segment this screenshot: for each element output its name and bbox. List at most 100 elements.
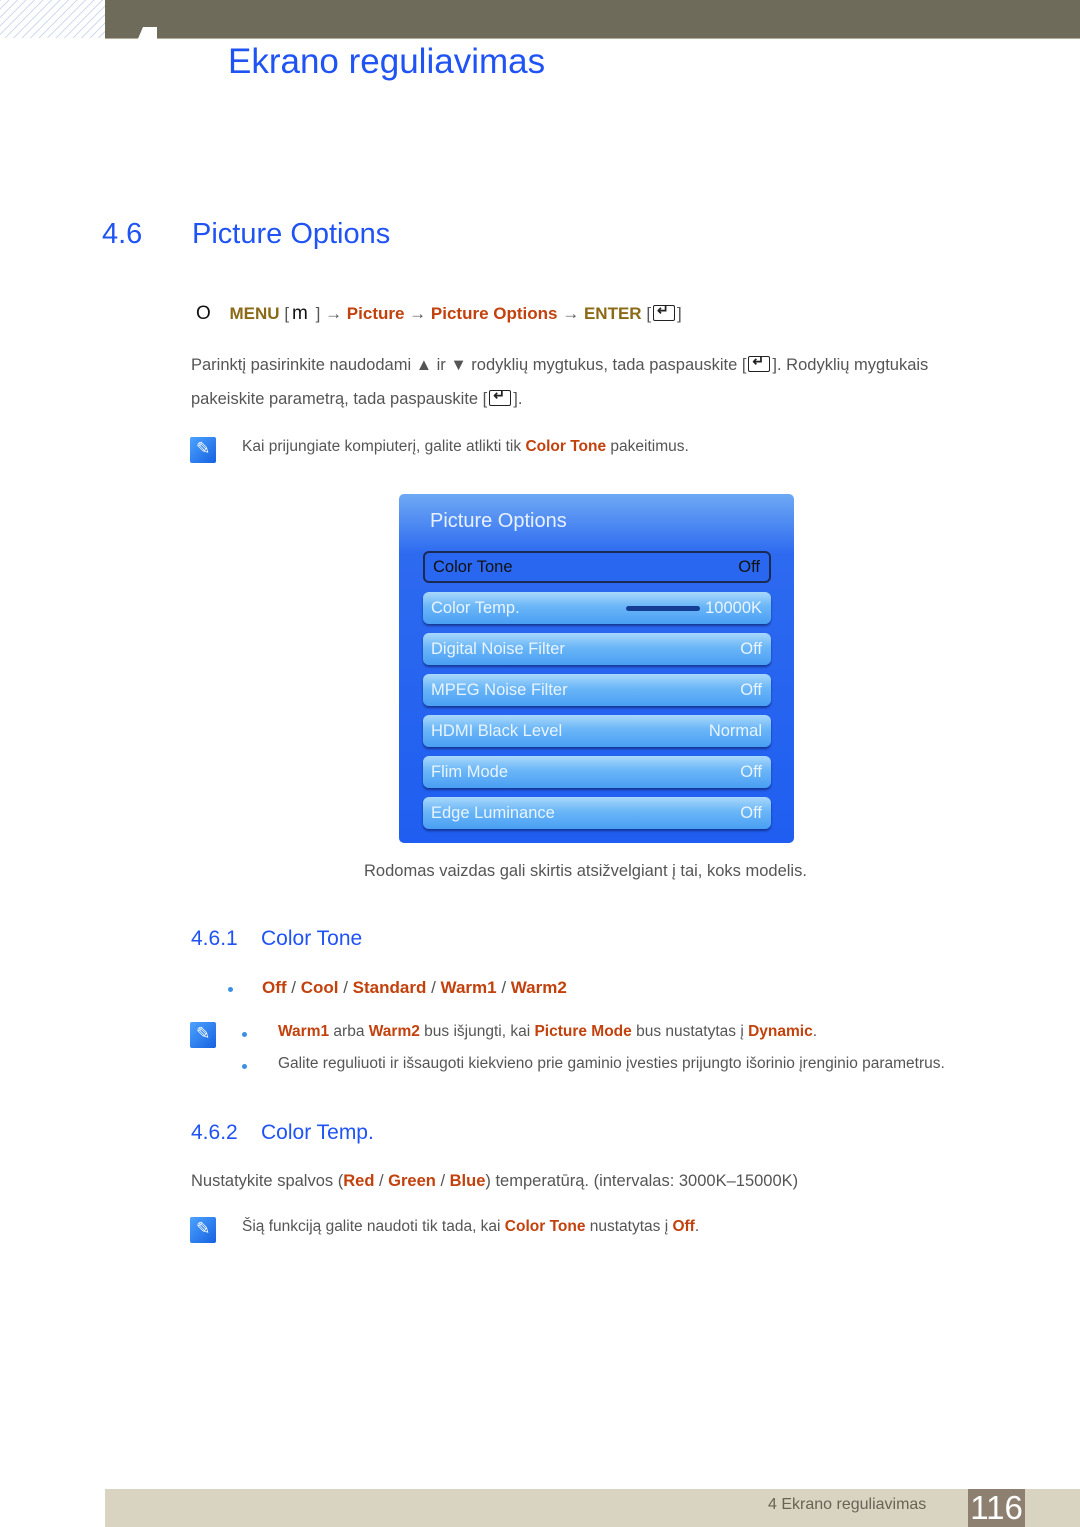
osd-row-label: Edge Luminance [431, 803, 555, 822]
subsection-title: Color Tone [261, 927, 363, 950]
note-highlight: Color Tone [525, 438, 607, 455]
osd-row-label: HDMI Black Level [431, 721, 563, 740]
note-text: . [812, 1023, 818, 1040]
osd-row-label: MPEG Noise Filter [431, 680, 568, 699]
osd-row-digital-noise-filter[interactable]: Digital Noise Filter Off [423, 633, 771, 665]
note-text: . [694, 1218, 700, 1235]
option: Warm1 [440, 978, 497, 997]
note-highlight: Off [672, 1218, 695, 1235]
separator: / [286, 978, 301, 997]
note-computer: Kai prijungiate kompiuterį, galite atlik… [242, 438, 689, 456]
osd-row-label: Color Temp. [431, 598, 520, 617]
osd-row-color-temp[interactable]: Color Temp. 10000K [423, 592, 771, 624]
separator: / [338, 978, 353, 997]
intro-text: ]. Rodyklių mygtukais [772, 356, 929, 374]
separator: / [374, 1172, 389, 1190]
osd-row-value-wrap: Off [740, 681, 762, 700]
note-warm-modes: Warm1 arba Warm2 bus išjungti, kai Pictu… [278, 1023, 817, 1041]
menu-label: MENU [229, 304, 280, 323]
intro-text: Parinktį pasirinkite naudodami ▲ ir ▼ ro… [191, 356, 747, 374]
bullet [242, 1032, 247, 1037]
intro-line-2: pakeiskite parametrą, tada paspauskite [… [191, 387, 523, 409]
option: Warm2 [510, 978, 567, 997]
bullet [228, 987, 233, 992]
note-text: Kai prijungiate kompiuterį, galite atlik… [242, 438, 526, 455]
note-icon [190, 437, 216, 463]
path-step-picture-options: Picture Options [430, 304, 558, 323]
osd-title: Picture Options [430, 510, 567, 532]
option: Cool [300, 978, 339, 997]
header-hatch-decoration [0, 0, 105, 38]
osd-row-value: Off [738, 557, 760, 576]
bullet [242, 1064, 247, 1069]
note-highlight: Dynamic [748, 1023, 813, 1040]
osd-picture-options-panel [399, 494, 794, 843]
osd-row-value-wrap: Normal [709, 722, 762, 741]
osd-row-value-wrap: Off [740, 804, 762, 823]
osd-row-label: Flim Mode [431, 762, 509, 781]
osd-row-color-tone[interactable]: Color Tone Off [423, 551, 771, 583]
intro-text: ]. [513, 390, 523, 408]
highlight: Green [388, 1172, 436, 1190]
menu-key-icon: m [292, 303, 308, 324]
separator: / [435, 1172, 450, 1190]
note-text: nustatytas į [585, 1218, 673, 1235]
text: Nustatykite spalvos ( [191, 1172, 344, 1190]
note-icon [190, 1217, 216, 1243]
osd-row-flim-mode[interactable]: Flim Mode Off [423, 756, 771, 788]
note-text: arba [329, 1023, 369, 1040]
note-text: Šią funkciją galite naudoti tik tada, ka… [242, 1218, 505, 1235]
osd-row-label: Color Tone [433, 557, 513, 576]
arrow: → [562, 304, 580, 323]
option: Off [262, 978, 287, 997]
note-text: bus nustatytas į [631, 1023, 749, 1040]
note-text: pakeitimus. [606, 438, 689, 455]
note-icon [190, 1022, 216, 1048]
note-text: bus išjungti, kai [419, 1023, 535, 1040]
separator: / [496, 978, 511, 997]
osd-row-value-wrap: 10000K [626, 599, 762, 618]
subsection-number: 4.6.2 [191, 1121, 238, 1144]
chapter-title: Ekrano reguliavimas [228, 42, 546, 81]
note-per-input: Galite reguliuoti ir išsaugoti kiekvieno… [278, 1055, 945, 1072]
osd-row-value: Normal [708, 721, 762, 740]
menu-path-glyph: O [196, 303, 211, 324]
osd-row-hdmi-black-level[interactable]: HDMI Black Level Normal [423, 715, 771, 747]
osd-row-value: 10000K [705, 598, 762, 617]
osd-row-value: Off [740, 680, 762, 699]
note-highlight: Warm1 [278, 1023, 330, 1040]
osd-row-value: Off [740, 639, 762, 658]
osd-row-mpeg-noise-filter[interactable]: MPEG Noise Filter Off [423, 674, 771, 706]
enter-label: ENTER [583, 304, 642, 323]
menu-key-bracket: [m ] [284, 303, 321, 324]
enter-icon [653, 302, 676, 321]
page-number: 116 [968, 1489, 1025, 1527]
enter-bracket: [] [646, 302, 681, 323]
note-color-temp: Šią funkciją galite naudoti tik tada, ka… [242, 1218, 699, 1236]
osd-row-label: Digital Noise Filter [431, 639, 565, 658]
note-highlight: Picture Mode [534, 1023, 632, 1040]
footer-bar [105, 1489, 1080, 1527]
color-temp-slider[interactable] [626, 605, 701, 611]
osd-row-value: Off [740, 803, 762, 822]
osd-row-value-wrap: Off [738, 558, 760, 577]
text: ) temperatūrą. (intervalas: 3000K–15000K… [485, 1172, 799, 1190]
note-highlight: Warm2 [368, 1023, 420, 1040]
header-bar [105, 0, 1080, 39]
separator: / [426, 978, 441, 997]
menu-path: O MENU [m ] → Picture → Picture Options … [196, 302, 682, 325]
section-title: Picture Options [192, 218, 391, 250]
color-temp-description: Nustatykite spalvos (Red / Green / Blue)… [191, 1172, 798, 1191]
osd-row-value-wrap: Off [740, 640, 762, 659]
osd-row-edge-luminance[interactable]: Edge Luminance Off [423, 797, 771, 829]
subsection-number: 4.6.1 [191, 927, 238, 950]
enter-icon [748, 353, 771, 372]
footer-chapter: 4 Ekrano reguliavimas [768, 1496, 927, 1513]
option: Standard [352, 978, 427, 997]
note-highlight: Color Tone [504, 1218, 586, 1235]
osd-row-value-wrap: Off [740, 763, 762, 782]
osd-row-value: Off [740, 762, 762, 781]
highlight: Blue [449, 1172, 486, 1190]
enter-icon [489, 387, 512, 406]
image-caption: Rodomas vaizdas gali skirtis atsižvelgia… [364, 862, 807, 880]
